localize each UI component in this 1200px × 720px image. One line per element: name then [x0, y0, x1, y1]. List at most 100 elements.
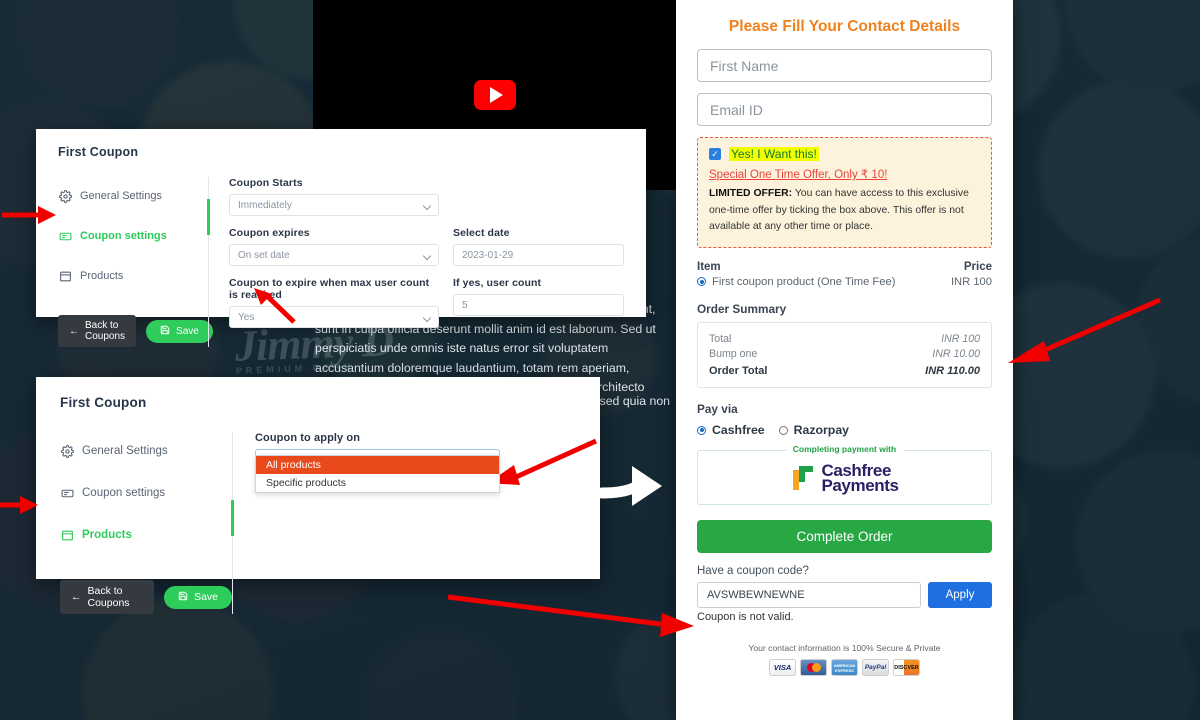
sidebar-item-coupon-settings[interactable]: Coupon settings — [58, 223, 208, 249]
coupon-expires-label: Coupon expires — [229, 227, 310, 239]
coupon-code-value: AVSWBEWNEWNE — [707, 589, 805, 601]
order-summary-row: Total INR 100 — [709, 332, 980, 347]
sidebar-item-label: Coupon settings — [80, 230, 167, 242]
secure-notice: Your contact information is 100% Secure … — [748, 643, 941, 653]
sidebar-item-products[interactable]: Products — [60, 522, 232, 548]
back-to-coupons-button[interactable]: ← Back to Coupons — [60, 580, 155, 614]
arrow-left-icon: ← — [69, 325, 79, 337]
save-button[interactable]: Save — [146, 319, 213, 343]
save-disk-icon — [160, 325, 170, 338]
cashfree-mark-icon — [790, 463, 816, 493]
order-total-label: Order Total — [709, 364, 768, 377]
razorpay-radio[interactable] — [778, 425, 788, 435]
order-bump-offer-label: Special One Time Offer, Only ₹ 10! — [709, 169, 888, 181]
dialog-divider — [207, 177, 210, 347]
cashfree-logo: Cashfree Payments — [790, 462, 899, 495]
sidebar-item-label: Products — [80, 270, 124, 282]
discover-icon: DISCVER — [893, 659, 920, 676]
complete-order-button[interactable]: Complete Order — [697, 520, 992, 553]
gateway-name-line2: Payments — [821, 475, 899, 495]
item-column-header: Item — [697, 260, 721, 273]
coupon-starts-value: Immediately — [238, 199, 292, 211]
save-label: Save — [194, 591, 218, 603]
sidebar-item-general-settings[interactable]: General Settings — [58, 183, 208, 209]
user-count-label: If yes, user count — [453, 277, 542, 289]
select-date-input[interactable]: 2023-01-29 — [453, 244, 624, 266]
coupon-expires-value: On set date — [238, 249, 290, 261]
pay-via-title: Pay via — [697, 402, 738, 416]
gear-icon — [58, 189, 72, 203]
page-title: Please Fill Your Contact Details — [728, 18, 961, 35]
pay-option-razorpay[interactable]: Razorpay — [778, 423, 849, 437]
gateway-caption: Completing payment with — [785, 444, 904, 454]
gear-icon — [60, 444, 74, 458]
order-bump-yes-label: Yes! I Want this! — [729, 147, 819, 161]
select-date-label: Select date — [453, 227, 510, 239]
coupon-starts-label: Coupon Starts — [229, 177, 303, 189]
pay-via-options: Cashfree Razorpay — [697, 423, 992, 437]
dialog-title: First Coupon — [58, 145, 139, 159]
order-bump-desc-bold: LIMITED OFFER: — [709, 188, 793, 199]
coupon-starts-select[interactable]: Immediately — [229, 194, 439, 216]
pay-option-cashfree[interactable]: Cashfree — [697, 423, 765, 437]
sidebar-item-label: General Settings — [80, 190, 162, 202]
pay-option-label: Cashfree — [712, 423, 765, 437]
products-icon — [58, 269, 72, 283]
mastercard-icon — [800, 659, 827, 676]
first-name-input[interactable]: First Name — [697, 49, 992, 82]
back-to-coupons-button[interactable]: ← Back to Coupons — [58, 315, 137, 347]
coupon-code-input[interactable]: AVSWBEWNEWNE — [697, 582, 921, 608]
back-to-coupons-label: Back to Coupons — [87, 585, 130, 609]
item-price-header: Item Price — [697, 261, 992, 273]
sidebar-item-general-settings[interactable]: General Settings — [60, 438, 232, 464]
order-summary-box: Total INR 100 Bump one INR 10.00 Order T… — [697, 321, 992, 388]
visa-icon: VISA — [769, 659, 796, 676]
order-line-label: Bump one — [709, 348, 758, 360]
youtube-play-icon[interactable] — [473, 80, 516, 110]
max-user-count-select[interactable]: Yes — [229, 306, 439, 328]
apply-label: Apply — [945, 589, 975, 601]
arrow-left-icon: ← — [71, 591, 82, 603]
user-count-input[interactable]: 5 — [453, 294, 624, 316]
sidebar-item-label: Coupon settings — [82, 487, 166, 499]
product-price: INR 100 — [950, 275, 992, 288]
coupon-prompt: Have a coupon code? — [697, 565, 809, 577]
dialog-main-panel: Coupon Starts Immediately Coupon expires… — [209, 177, 624, 347]
cashfree-radio[interactable] — [697, 425, 706, 435]
product-row[interactable]: First coupon product (One Time Fee) INR … — [697, 276, 992, 288]
sidebar-item-products[interactable]: Products — [58, 263, 208, 289]
coupon-expires-select[interactable]: On set date — [229, 244, 439, 266]
user-count-value: 5 — [462, 299, 468, 311]
email-input[interactable]: Email ID — [697, 93, 992, 126]
product-name: First coupon product (One Time Fee) — [712, 275, 896, 288]
sidebar-item-coupon-settings[interactable]: Coupon settings — [60, 480, 232, 506]
paypal-icon: PayPal — [862, 659, 889, 676]
order-bump-box[interactable]: Yes! I Want this! Special One Time Offer… — [697, 137, 992, 248]
order-line-label: Total — [709, 333, 732, 345]
dialog-main-panel: Coupon to apply on All products All prod… — [233, 432, 576, 614]
pay-option-label: Razorpay — [793, 423, 849, 437]
coupon-apply-on-dropdown-list: All products Specific products — [255, 455, 500, 493]
max-user-count-value: Yes — [238, 311, 255, 323]
order-summary-title: Order Summary — [697, 301, 787, 316]
dropdown-option-specific-products[interactable]: Specific products — [256, 474, 499, 492]
first-name-placeholder: First Name — [710, 57, 779, 74]
back-to-coupons-label: Back to Coupons — [85, 320, 126, 342]
max-user-count-label: Coupon to expire when max user count is … — [229, 277, 430, 301]
email-placeholder: Email ID — [710, 101, 763, 118]
payment-card-logos: VISA AMERICAN EXPRESS PayPal DISCVER — [697, 659, 992, 676]
save-disk-icon — [178, 591, 188, 604]
dialog-title: First Coupon — [60, 395, 147, 410]
apply-coupon-button[interactable]: Apply — [928, 582, 992, 608]
order-summary-total-row: Order Total INR 110.00 — [709, 362, 980, 379]
product-radio[interactable] — [697, 277, 706, 286]
sidebar-item-label: General Settings — [82, 445, 168, 457]
order-total-amount: INR 110.00 — [925, 364, 980, 377]
order-bump-checkbox[interactable] — [709, 148, 721, 160]
order-line-amount: INR 100 — [941, 333, 980, 345]
save-label: Save — [176, 325, 199, 337]
dropdown-option-all-products[interactable]: All products — [256, 456, 499, 474]
checkout-panel: Please Fill Your Contact Details First N… — [676, 0, 1013, 720]
save-button[interactable]: Save — [164, 585, 232, 609]
order-line-amount: INR 10.00 — [932, 348, 980, 360]
